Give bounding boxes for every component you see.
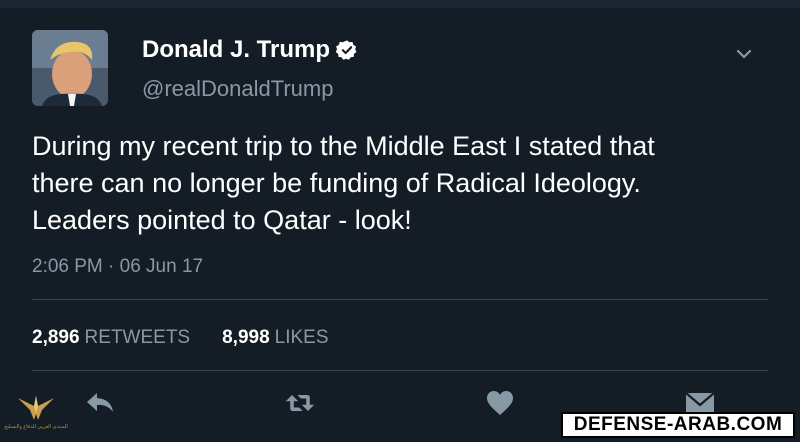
watermark-label: DEFENSE-ARAB.COM [561,412,795,438]
reply-button[interactable] [84,388,116,418]
avatar-image [32,30,108,106]
reply-icon [87,393,113,412]
likes-label: LIKES [274,327,329,348]
retweets-label: RETWEETS [84,327,191,348]
retweet-button[interactable] [284,388,316,418]
tweet-stats: 2,896 RETWEETS 8,998 LIKES [32,327,361,349]
eagle-logo-icon [18,396,54,420]
divider [32,299,768,300]
avatar[interactable] [32,30,108,106]
logo-caption: المنتدى العربي للدفاع والتسليح [4,424,68,430]
author-name-row: Donald J. Trump [142,36,358,64]
verified-badge-icon [336,40,357,60]
chevron-down-icon[interactable] [734,44,754,64]
heart-icon [487,391,513,415]
top-bar [0,0,800,8]
author-handle[interactable]: @realDonaldTrump [142,76,333,102]
author-name[interactable]: Donald J. Trump [142,36,330,64]
likes-count: 8,998 [222,327,270,348]
retweets-stat[interactable]: 2,896 RETWEETS [32,327,190,349]
retweets-count: 2,896 [32,327,80,348]
retweet-icon [285,395,315,411]
site-logo: المنتدى العربي للدفاع والتسليح [4,392,68,440]
tweet-text: During my recent trip to the Middle East… [32,131,655,235]
divider [32,370,768,371]
likes-stat[interactable]: 8,998 LIKES [222,327,328,349]
like-button[interactable] [484,388,516,418]
tweet-timestamp[interactable]: 2:06 PM · 06 Jun 17 [32,256,203,278]
